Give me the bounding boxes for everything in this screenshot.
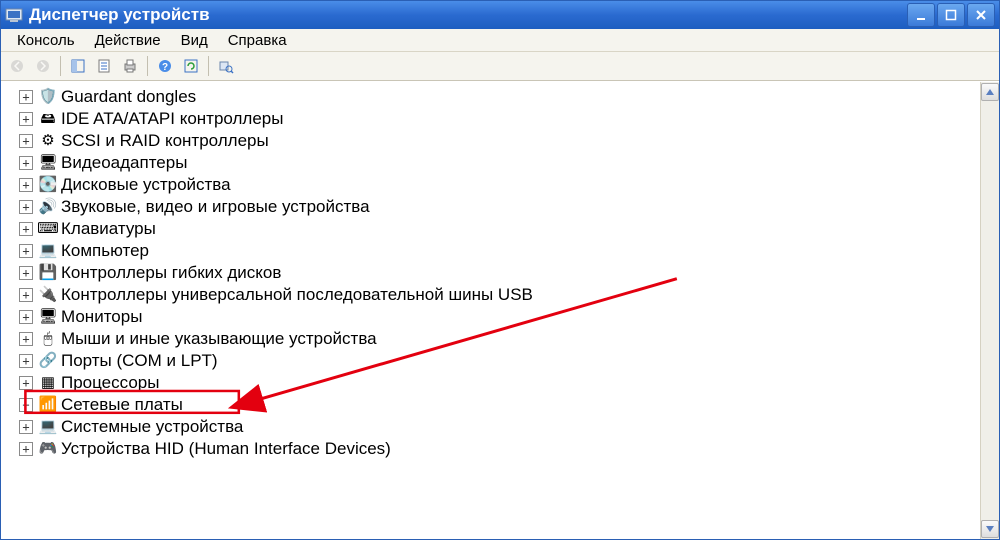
window-title: Диспетчер устройств	[29, 5, 210, 25]
expand-icon[interactable]: +	[19, 266, 33, 280]
close-button[interactable]	[967, 3, 995, 27]
tree-node[interactable]: + ⌨Клавиатуры	[19, 218, 978, 240]
toolbar-show-hide-button[interactable]	[66, 54, 90, 78]
scsi-icon: ⚙	[39, 132, 57, 150]
tree-node[interactable]: + 🖥Видеоадаптеры	[19, 152, 978, 174]
mouse-icon: 🖱	[39, 330, 57, 348]
menu-help[interactable]: Справка	[218, 30, 297, 51]
expand-icon[interactable]: +	[19, 244, 33, 258]
toolbar-back-button[interactable]	[5, 54, 29, 78]
menu-view[interactable]: Вид	[171, 30, 218, 51]
ide-icon: 🖴	[39, 110, 57, 128]
expand-icon[interactable]: +	[19, 442, 33, 456]
tree-node[interactable]: + 🔌Контроллеры универсальной последовател…	[19, 284, 978, 306]
scroll-down-button[interactable]	[981, 520, 999, 538]
ports-icon: 🔗	[39, 352, 57, 370]
display-icon: 🖥	[39, 154, 57, 172]
tree-node-label: Звуковые, видео и игровые устройства	[61, 196, 370, 218]
tree-node[interactable]: + ▦Процессоры	[19, 372, 978, 394]
keyboard-icon: ⌨	[39, 220, 57, 238]
tree-node-label: Устройства HID (Human Interface Devices)	[61, 438, 391, 460]
tree-node[interactable]: + 💾Контроллеры гибких дисков	[19, 262, 978, 284]
maximize-button[interactable]	[937, 3, 965, 27]
toolbar-refresh-button[interactable]	[179, 54, 203, 78]
tree-node[interactable]: + 🖴IDE ATA/ATAPI контроллеры	[19, 108, 978, 130]
tree-node-label: Мониторы	[61, 306, 142, 328]
tree-node-label: Системные устройства	[61, 416, 243, 438]
tree-node[interactable]: + 🎮Устройства HID (Human Interface Device…	[19, 438, 978, 460]
expand-icon[interactable]: −	[19, 398, 33, 412]
usb-icon: 🔌	[39, 286, 57, 304]
tree-node-label: Guardant dongles	[61, 86, 196, 108]
sound-icon: 🔊	[39, 198, 57, 216]
tree-node[interactable]: + 🔗Порты (COM и LPT)	[19, 350, 978, 372]
tree-node-label: Сетевые платы	[61, 394, 183, 416]
tree-node-label: Клавиатуры	[61, 218, 156, 240]
toolbar-separator	[147, 56, 148, 76]
tree-node-label: Видеоадаптеры	[61, 152, 187, 174]
tree-node[interactable]: + 💽Дисковые устройства	[19, 174, 978, 196]
toolbar-separator	[60, 56, 61, 76]
menu-action[interactable]: Действие	[85, 30, 171, 51]
expand-icon[interactable]: +	[19, 310, 33, 324]
menu-console[interactable]: Консоль	[7, 30, 85, 51]
titlebar: Диспетчер устройств	[1, 1, 999, 29]
toolbar-separator	[208, 56, 209, 76]
tree-node[interactable]: + 💻Системные устройства	[19, 416, 978, 438]
expand-icon[interactable]: +	[19, 420, 33, 434]
tree-node-label: Дисковые устройства	[61, 174, 231, 196]
tree-node-label: Контроллеры универсальной последовательн…	[61, 284, 533, 306]
cpu-icon: ▦	[39, 374, 57, 392]
tree-node[interactable]: + 🛡️Guardant dongles	[19, 86, 978, 108]
expand-icon[interactable]: +	[19, 332, 33, 346]
toolbar-print-button[interactable]	[118, 54, 142, 78]
tree-node-label: Компьютер	[61, 240, 149, 262]
toolbar-scan-button[interactable]	[214, 54, 238, 78]
disk-icon: 💽	[39, 176, 57, 194]
expand-icon[interactable]: +	[19, 288, 33, 302]
tree-node-label: Порты (COM и LPT)	[61, 350, 218, 372]
minimize-button[interactable]	[907, 3, 935, 27]
device-manager-window: Диспетчер устройств Консоль Действие Вид…	[0, 0, 1000, 540]
tree-node[interactable]: + 💻Компьютер	[19, 240, 978, 262]
expand-icon[interactable]: +	[19, 134, 33, 148]
network-icon: 📶	[39, 396, 57, 414]
hid-icon: 🎮	[39, 440, 57, 458]
expand-icon[interactable]: +	[19, 112, 33, 126]
toolbar-properties-button[interactable]	[92, 54, 116, 78]
content-area: + 🛡️Guardant dongles + 🖴IDE ATA/ATAPI контр…	[1, 81, 999, 539]
expand-icon[interactable]: +	[19, 376, 33, 390]
toolbar-forward-button[interactable]	[31, 54, 55, 78]
floppy-icon: 💾	[39, 264, 57, 282]
computer-icon: 💻	[39, 242, 57, 260]
app-icon	[5, 6, 23, 24]
monitor-icon: 🖥	[39, 308, 57, 326]
tree-node[interactable]: + 🖱Мыши и иные указывающие устройства	[19, 328, 978, 350]
menu-bar: Консоль Действие Вид Справка	[1, 29, 999, 52]
toolbar: ?	[1, 52, 999, 81]
vertical-scrollbar[interactable]	[980, 82, 999, 539]
tree-node-label: Процессоры	[61, 372, 159, 394]
tree-node[interactable]: + 🖥Мониторы	[19, 306, 978, 328]
device-tree[interactable]: + 🛡️Guardant dongles + 🖴IDE ATA/ATAPI контр…	[1, 82, 980, 539]
expand-icon[interactable]: +	[19, 354, 33, 368]
scroll-up-button[interactable]	[981, 83, 999, 101]
tree-node[interactable]: −📶Сетевые платы	[19, 394, 978, 416]
system-icon: 💻	[39, 418, 57, 436]
expand-icon[interactable]: +	[19, 222, 33, 236]
tree-node[interactable]: + ⚙SCSI и RAID контроллеры	[19, 130, 978, 152]
expand-icon[interactable]: +	[19, 156, 33, 170]
toolbar-help-button[interactable]: ?	[153, 54, 177, 78]
expand-icon[interactable]: +	[19, 200, 33, 214]
svg-text:?: ?	[162, 62, 168, 73]
dongle-icon: 🛡️	[39, 88, 57, 106]
expand-icon[interactable]: +	[19, 90, 33, 104]
tree-node-label: Мыши и иные указывающие устройства	[61, 328, 377, 350]
tree-node-label: IDE ATA/ATAPI контроллеры	[61, 108, 283, 130]
expand-icon[interactable]: +	[19, 178, 33, 192]
tree-node-label: Контроллеры гибких дисков	[61, 262, 281, 284]
tree-node-label: SCSI и RAID контроллеры	[61, 130, 269, 152]
tree-node[interactable]: + 🔊Звуковые, видео и игровые устройства	[19, 196, 978, 218]
